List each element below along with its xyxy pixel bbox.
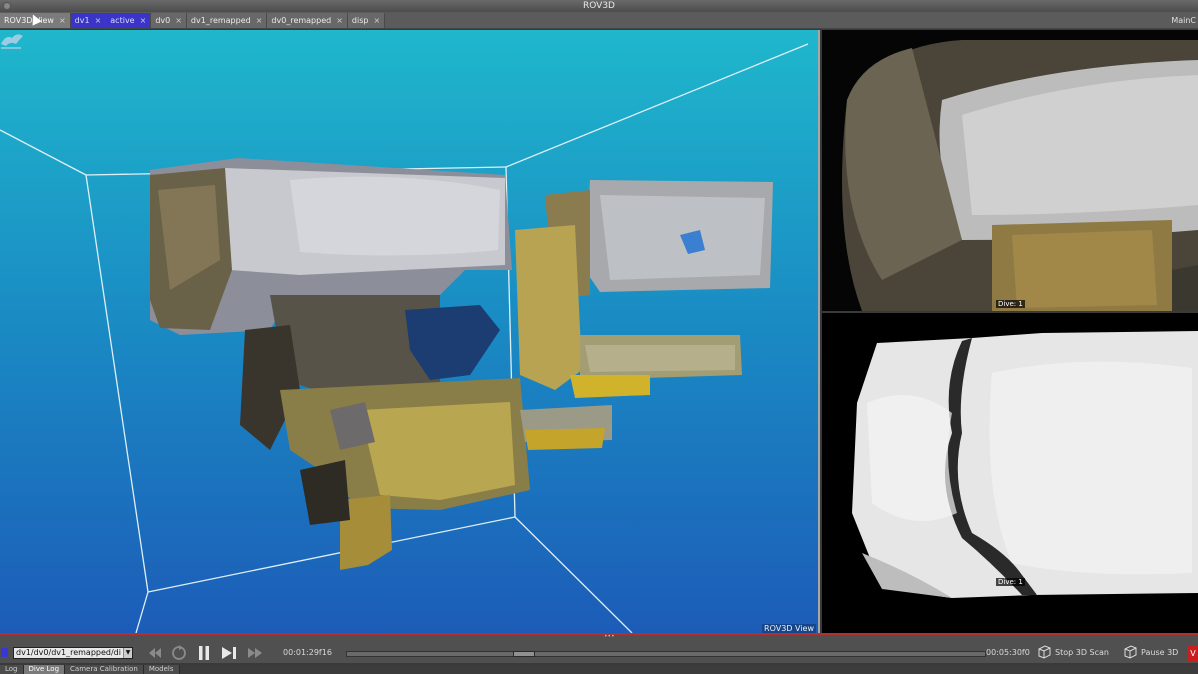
fast-forward-button[interactable]	[246, 645, 264, 661]
timeline-slider[interactable]	[346, 651, 986, 657]
rewind-button[interactable]	[147, 645, 163, 661]
depth-map-panel[interactable]: Dive: 1	[822, 313, 1198, 633]
point-cloud-scene	[0, 43, 809, 633]
point-cloud	[150, 158, 773, 570]
window-menu-icon[interactable]	[3, 2, 11, 10]
tab-dv1[interactable]: dv1 ×	[70, 13, 107, 28]
pause-button[interactable]	[196, 645, 212, 661]
close-icon[interactable]: ×	[95, 13, 102, 28]
dive-badge-bottom: Dive: 1	[996, 578, 1025, 586]
tab-dv0-remapped[interactable]: dv0_remapped ×	[267, 13, 348, 28]
close-icon[interactable]: ×	[373, 13, 380, 28]
bottom-tab-log[interactable]: Log	[0, 665, 24, 674]
title-bar: ROV3D	[0, 0, 1198, 12]
tab-active[interactable]: active ×	[106, 13, 152, 28]
tab-disp[interactable]: disp ×	[347, 13, 386, 28]
dataset-path-select[interactable]: dv1/dv0/dv1_remapped/di ▼	[13, 647, 133, 659]
close-icon[interactable]: ×	[140, 13, 147, 28]
replay-icon	[172, 645, 186, 660]
bottom-tab-camera-calibration[interactable]: Camera Calibration	[65, 665, 144, 674]
replay-button[interactable]	[170, 645, 188, 661]
tab-dv0[interactable]: dv0 ×	[151, 13, 187, 28]
window-title: ROV3D	[583, 1, 615, 11]
close-icon[interactable]: ×	[175, 13, 182, 28]
rewind-icon	[149, 648, 161, 658]
viewport-label: ROV3D View	[762, 624, 816, 633]
close-icon[interactable]: ×	[59, 13, 66, 28]
stop-3d-scan-button[interactable]: Stop 3D Scan	[1037, 645, 1109, 659]
tab-dv1-remapped[interactable]: dv1_remapped ×	[186, 13, 268, 28]
tab-list: ROV3D View × dv1 × active × dv0 × dv1_remapped × d…	[0, 13, 386, 28]
close-icon[interactable]: ×	[336, 13, 343, 28]
tab-strip: ROV3D View × dv1 × active × dv0 × dv1_remapped × d…	[0, 12, 1198, 29]
stop-3d-scan-label: Stop 3D Scan	[1055, 647, 1109, 657]
brand-logo-icon	[1, 34, 23, 49]
timeline-knob[interactable]	[513, 651, 535, 657]
status-indicator	[1, 648, 8, 657]
record-indicator[interactable]: V	[1188, 646, 1198, 662]
end-time: 00:05:30f0	[986, 648, 1030, 657]
tab-label: active	[110, 16, 135, 25]
bottom-tab-bar: Log Dive Log Camera Calibration Models	[0, 665, 1198, 674]
fast-forward-icon	[248, 648, 262, 658]
pause-3d-button[interactable]: Pause 3D	[1123, 645, 1178, 659]
app-window: ROV3D ROV3D View × dv1 × active × dv0 × dv1_rema…	[0, 0, 1198, 674]
camera-feed-image	[822, 30, 1198, 311]
pause-3d-label: Pause 3D	[1141, 647, 1179, 657]
chevron-down-icon[interactable]: ▼	[123, 648, 132, 658]
bottom-tab-models[interactable]: Models	[143, 665, 180, 674]
cube-icon	[1038, 645, 1051, 659]
main-window-label: MainC	[1171, 16, 1196, 25]
rov3d-viewport[interactable]: ROV3D View	[0, 30, 820, 633]
camera-feed-panel[interactable]: Dive: 1	[822, 30, 1198, 311]
tab-label: dv1	[74, 16, 90, 25]
tab-label: disp	[351, 16, 369, 25]
playback-toolbar: dv1/dv0/dv1_remapped/di ▼ 00:01:29f16 00…	[0, 633, 1198, 663]
resize-handle-icon[interactable]: •••	[604, 633, 615, 640]
tab-label: dv1_remapped	[190, 16, 251, 25]
dataset-path-value: dv1/dv0/dv1_remapped/di	[16, 648, 121, 657]
step-forward-icon	[222, 647, 236, 659]
close-icon[interactable]: ×	[256, 13, 263, 28]
dive-badge-top: Dive: 1	[996, 300, 1025, 308]
cube-icon	[1124, 645, 1137, 659]
tab-label: dv0_remapped	[271, 16, 332, 25]
bottom-tab-dive-log[interactable]: Dive Log	[23, 665, 66, 674]
tab-label: dv0	[155, 16, 171, 25]
pause-icon	[199, 646, 209, 660]
current-time: 00:01:29f16	[283, 648, 332, 657]
step-forward-button[interactable]	[220, 645, 238, 661]
